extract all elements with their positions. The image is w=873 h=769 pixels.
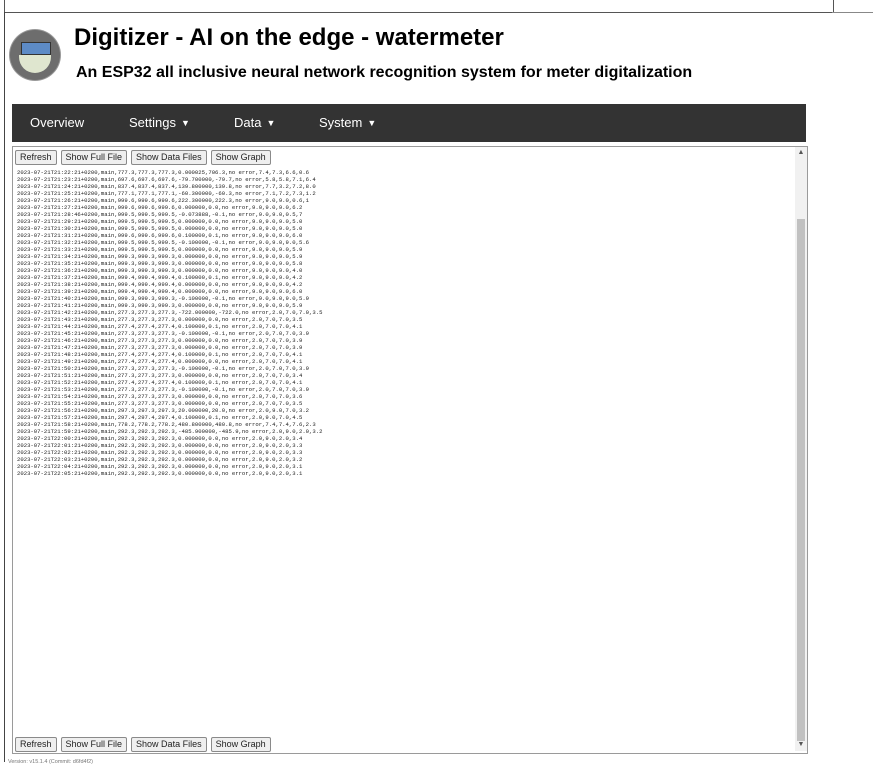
log-line: 2023-07-21T21:52:21+0200,main,277.4,277.… — [17, 379, 303, 386]
log-line: 2023-07-21T21:29:21+0200,main,999.5,999.… — [17, 218, 303, 225]
nav-data[interactable]: Data ▼ — [234, 104, 275, 142]
bottom-button-row: Refresh Show Full File Show Data Files Show… — [15, 737, 275, 753]
log-line: 2023-07-21T22:00:21+0200,main,292.3,292.… — [17, 435, 303, 442]
main-navbar: Overview Settings ▼ Data ▼ System ▼ — [12, 104, 806, 142]
logo-display — [21, 42, 51, 55]
nav-settings[interactable]: Settings ▼ — [129, 104, 190, 142]
nav-system-label: System — [319, 115, 363, 130]
log-line: 2023-07-21T21:32:21+0200,main,999.5,999.… — [17, 239, 310, 246]
log-line: 2023-07-21T21:35:21+0200,main,999.3,999.… — [17, 260, 303, 267]
log-line: 2023-07-21T21:24:21+0200,main,837.4,837.… — [17, 183, 316, 190]
scroll-up-arrow-icon[interactable]: ▲ — [795, 147, 807, 159]
log-line: 2023-07-21T21:54:21+0200,main,277.3,277.… — [17, 393, 303, 400]
log-line: 2023-07-21T22:03:21+0200,main,292.3,292.… — [17, 456, 303, 463]
log-line: 2023-07-21T21:51:21+0200,main,277.3,277.… — [17, 372, 303, 379]
page-title: Digitizer - AI on the edge - watermeter — [74, 24, 504, 51]
app-logo — [10, 30, 60, 80]
show-full-file-button-top[interactable]: Show Full File — [60, 150, 128, 165]
log-line: 2023-07-21T21:43:21+0200,main,277.3,277.… — [17, 316, 303, 323]
top-button-row: Refresh Show Full File Show Data Files Show… — [15, 150, 275, 166]
nav-data-label: Data — [234, 115, 262, 130]
log-line: 2023-07-21T21:27:21+0200,main,999.6,999.… — [17, 204, 303, 211]
log-line: 2023-07-21T21:38:21+0200,main,999.4,999.… — [17, 281, 303, 288]
log-line: 2023-07-21T21:49:21+0200,main,277.4,277.… — [17, 358, 303, 365]
show-full-file-button-bottom[interactable]: Show Full File — [60, 737, 128, 752]
log-line: 2023-07-21T21:55:21+0200,main,277.3,277.… — [17, 400, 303, 407]
version-footer: Version: v15.1.4 (Commit: d6fd4f2) — [8, 759, 93, 765]
log-line: 2023-07-21T21:46:21+0200,main,277.3,277.… — [17, 337, 303, 344]
log-line: 2023-07-21T21:31:21+0200,main,999.6,999.… — [17, 232, 303, 239]
log-line: 2023-07-21T22:05:21+0200,main,292.3,292.… — [17, 470, 303, 477]
log-line: 2023-07-21T21:23:21+0200,main,697.6,697.… — [17, 176, 316, 183]
log-line: 2023-07-21T21:57:21+0200,main,297.4,297.… — [17, 414, 303, 421]
chevron-down-icon: ▼ — [266, 118, 276, 128]
refresh-button-bottom[interactable]: Refresh — [15, 737, 57, 752]
log-line: 2023-07-21T21:33:21+0200,main,999.5,999.… — [17, 246, 303, 253]
show-data-files-button-bottom[interactable]: Show Data Files — [131, 737, 207, 752]
log-line: 2023-07-21T21:41:21+0200,main,999.3,999.… — [17, 302, 303, 309]
log-line: 2023-07-21T21:26:21+0200,main,999.6,999.… — [17, 197, 310, 204]
page-subtitle: An ESP32 all inclusive neural network re… — [76, 64, 693, 81]
log-line: 2023-07-21T21:45:21+0200,main,277.3,277.… — [17, 330, 310, 337]
log-line: 2023-07-21T21:34:21+0200,main,999.3,999.… — [17, 253, 303, 260]
log-line: 2023-07-21T21:36:21+0200,main,999.3,999.… — [17, 267, 303, 274]
refresh-button-top[interactable]: Refresh — [15, 150, 57, 165]
log-line: 2023-07-21T21:25:21+0200,main,777.1,777.… — [17, 190, 316, 197]
chevron-down-icon: ▼ — [180, 118, 190, 128]
log-line: 2023-07-21T21:50:21+0200,main,277.3,277.… — [17, 365, 310, 372]
log-line: 2023-07-21T22:04:21+0200,main,292.3,292.… — [17, 463, 303, 470]
log-line: 2023-07-21T21:22:21+0200,main,777.3,777.… — [17, 169, 310, 176]
nav-settings-label: Settings — [129, 115, 176, 130]
log-line: 2023-07-21T21:58:21+0200,main,778.2,778.… — [17, 421, 316, 428]
scrollbar-thumb[interactable] — [797, 219, 805, 741]
log-line: 2023-07-21T21:44:21+0200,main,277.4,277.… — [17, 323, 303, 330]
log-line: 2023-07-21T22:02:21+0200,main,292.3,292.… — [17, 449, 303, 456]
log-line: 2023-07-21T21:47:21+0200,main,277.3,277.… — [17, 344, 303, 351]
show-graph-button-bottom[interactable]: Show Graph — [210, 737, 271, 752]
log-line: 2023-07-21T21:48:21+0200,main,277.4,277.… — [17, 351, 303, 358]
log-viewer-frame: Refresh Show Full File Show Data Files Show… — [12, 146, 808, 754]
log-line: 2023-07-21T21:59:21+0200,main,292.3,292.… — [17, 428, 323, 435]
chevron-down-icon: ▼ — [367, 118, 377, 128]
log-line: 2023-07-21T21:53:21+0200,main,277.3,277.… — [17, 386, 310, 393]
vertical-scrollbar[interactable]: ▲ ▼ — [795, 147, 807, 751]
nav-overview-label: Overview — [30, 115, 85, 130]
log-line: 2023-07-21T22:01:21+0200,main,292.3,292.… — [17, 442, 303, 449]
log-line: 2023-07-21T21:28:46+0200,main,999.5,999.… — [17, 211, 303, 218]
logo-dial — [19, 55, 51, 73]
show-data-files-button-top[interactable]: Show Data Files — [131, 150, 207, 165]
log-line: 2023-07-21T21:40:21+0200,main,999.3,999.… — [17, 295, 310, 302]
log-line: 2023-07-21T21:39:21+0200,main,999.4,999.… — [17, 288, 303, 295]
nav-system[interactable]: System ▼ — [319, 104, 376, 142]
log-line: 2023-07-21T21:37:21+0200,main,999.4,999.… — [17, 274, 303, 281]
scroll-down-arrow-icon[interactable]: ▼ — [795, 739, 807, 751]
log-line: 2023-07-21T21:30:21+0200,main,999.5,999.… — [17, 225, 303, 232]
nav-overview[interactable]: Overview — [30, 104, 84, 142]
show-graph-button-top[interactable]: Show Graph — [210, 150, 271, 165]
log-line: 2023-07-21T21:56:21+0200,main,297.3,297.… — [17, 407, 310, 414]
data-log-content: 2023-07-21T21:22:21+0200,main,777.3,777.… — [17, 169, 787, 709]
log-line: 2023-07-21T21:42:21+0200,main,277.3,277.… — [17, 309, 323, 316]
